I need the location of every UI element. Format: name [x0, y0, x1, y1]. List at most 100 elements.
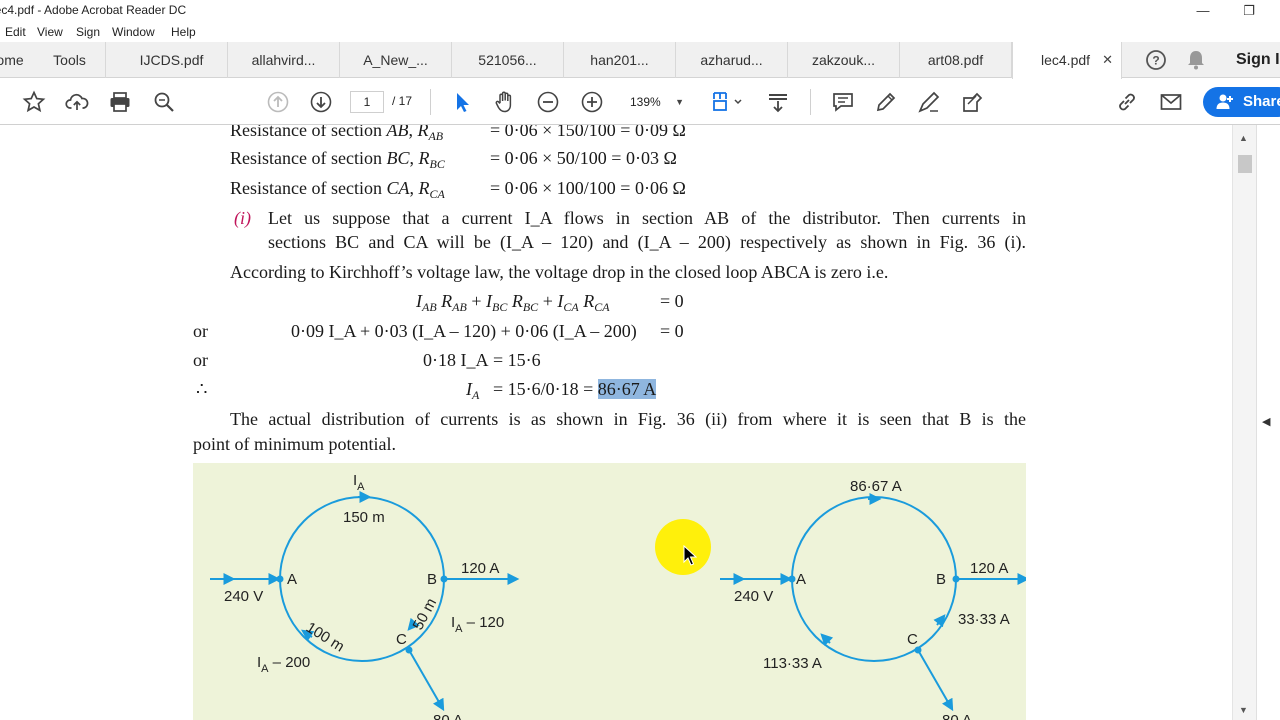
share-button[interactable]: Share	[1203, 87, 1280, 117]
actual-distribution-line-1: The actual distribution of currents is a…	[230, 409, 1026, 429]
equation-2-lhs: 0·09 I_A + 0·03 (I_A – 120) + 0·06 (I_A …	[291, 321, 637, 341]
zoom-level-select[interactable]: 139% ▼	[622, 91, 690, 113]
figure-36: IA 150 m A B C 240 V 120 A 50 m 100 m IA…	[193, 463, 1030, 720]
scroll-mode-button[interactable]	[764, 88, 792, 116]
previous-page-button[interactable]	[264, 88, 292, 116]
tab-doc-han201[interactable]: han201...	[564, 42, 676, 78]
node-b	[440, 575, 448, 583]
load-line	[917, 649, 954, 712]
help-button[interactable]: ?	[1142, 42, 1170, 78]
find-button[interactable]	[150, 88, 178, 116]
share-person-icon	[1216, 94, 1233, 109]
resistance-ca-line: Resistance of section CA, RCA = 0·06 × 1…	[230, 178, 686, 201]
menu-edit[interactable]: Edit	[5, 25, 26, 39]
highlight-button[interactable]	[872, 88, 900, 116]
sign-in-link[interactable]: Sign In	[1236, 42, 1280, 78]
minimize-button[interactable]: —	[1180, 0, 1226, 22]
star-icon	[22, 90, 46, 113]
envelope-icon	[1160, 94, 1182, 110]
tab-doc-ijcds[interactable]: IJCDS.pdf	[116, 42, 228, 78]
tab-tools[interactable]: Tools	[34, 42, 106, 78]
tab-doc-art08[interactable]: art08.pdf	[900, 42, 1012, 78]
page-number-input[interactable]: 1	[350, 91, 384, 113]
printer-icon	[110, 92, 130, 112]
zoom-search-icon	[154, 92, 174, 112]
equation-4-prefix: ∴	[196, 379, 208, 399]
tab-home[interactable]: Home	[0, 42, 34, 78]
mouse-pointer-icon	[683, 545, 697, 566]
plus-circle-icon	[581, 91, 603, 113]
page-layout-button[interactable]	[708, 88, 746, 116]
help-icon: ?	[1146, 50, 1166, 70]
resistance-bc-line: Resistance of section BC, RBC = 0·06 × 5…	[230, 148, 677, 171]
main-toolbar: 1 / 17 139% ▼ Share	[0, 79, 1280, 125]
notifications-button[interactable]	[1184, 42, 1208, 78]
equation-4-rhs: = 15·6/0·18 = 86·67 A	[493, 379, 657, 399]
vertical-scrollbar[interactable]: ▲ ▼	[1232, 125, 1256, 720]
tab-doc-lec4[interactable]: lec4.pdf ✕	[1012, 42, 1122, 79]
title-bar: lec4.pdf - Adobe Acrobat Reader DC — ❐	[0, 0, 1280, 22]
step-marker: (i)	[234, 208, 251, 228]
select-tool-button[interactable]	[448, 88, 476, 116]
expand-pane-icon[interactable]: ◀	[1262, 415, 1270, 428]
document-view[interactable]: Resistance of section AB, RAB = 0·06 × 1…	[0, 125, 1280, 720]
hand-tool-button[interactable]	[491, 88, 519, 116]
arrow-up-circle-icon	[267, 91, 289, 113]
label-ia: IA	[353, 472, 365, 493]
selected-text-highlight[interactable]: 86·67 A	[597, 379, 657, 399]
label-node-b: B	[936, 571, 946, 588]
label-node-c: C	[396, 631, 407, 648]
tab-doc-521056[interactable]: 521056...	[452, 42, 564, 78]
zoom-out-button[interactable]	[534, 88, 562, 116]
label-120a: 120 A	[970, 560, 1008, 577]
comment-icon	[833, 93, 853, 112]
tab-doc-allahvird[interactable]: allahvird...	[228, 42, 340, 78]
scroll-up-icon[interactable]: ▲	[1239, 133, 1248, 143]
email-button[interactable]	[1157, 88, 1185, 116]
menu-help[interactable]: Help	[171, 25, 196, 39]
zoom-in-button[interactable]	[578, 88, 606, 116]
print-button[interactable]	[106, 88, 134, 116]
signature-pen-icon	[918, 91, 940, 113]
current-arrow	[820, 633, 834, 647]
bookmark-button[interactable]	[20, 88, 48, 116]
label-120a: 120 A	[461, 560, 499, 577]
menu-view[interactable]: View	[37, 25, 63, 39]
comment-button[interactable]	[829, 88, 857, 116]
equation-4-lhs: IA	[466, 379, 480, 402]
scrollbar-thumb[interactable]	[1238, 155, 1252, 173]
tab-doc-anew[interactable]: A_New_...	[340, 42, 452, 78]
close-tab-icon[interactable]: ✕	[1102, 42, 1113, 78]
label-11333: 113·33 A	[763, 655, 822, 672]
label-3333: 33·33 A	[958, 611, 1010, 628]
menu-window[interactable]: Window	[112, 25, 155, 39]
tab-doc-azharud[interactable]: azharud...	[676, 42, 788, 78]
toolbar-divider	[430, 89, 431, 115]
equation-3-prefix: or	[193, 350, 208, 370]
pdf-page: Resistance of section AB, RAB = 0·06 × 1…	[0, 125, 1232, 720]
upload-button[interactable]	[63, 88, 91, 116]
step-i-line-2: sections BC and CA will be (I_A – 120) a…	[268, 232, 1026, 252]
scroll-down-icon[interactable]: ▼	[1239, 705, 1248, 715]
draw-button[interactable]	[915, 88, 943, 116]
fill-sign-button[interactable]	[958, 88, 986, 116]
figure-right: 86·67 A A B C 240 V 120 A 33·33 A 113·33…	[720, 478, 1030, 720]
equation-1: IAB RAB + IBC RBC + ICA RCA	[416, 291, 610, 314]
next-page-button[interactable]	[307, 88, 335, 116]
link-icon	[1119, 93, 1135, 111]
load-line	[408, 649, 445, 712]
menu-sign[interactable]: Sign	[76, 25, 100, 39]
page-fit-icon	[713, 92, 742, 111]
resistance-ab-line: Resistance of section AB, RAB = 0·06 × 1…	[230, 125, 686, 143]
node-a	[788, 575, 796, 583]
label-100m: 100 m	[303, 619, 347, 656]
cursor-arrow-icon	[457, 93, 469, 112]
label-ia-120: IA – 120	[451, 614, 504, 635]
tab-doc-zakzouk[interactable]: zakzouk...	[788, 42, 900, 78]
restore-button[interactable]: ❐	[1226, 0, 1272, 22]
share-link-button[interactable]	[1113, 88, 1141, 116]
minus-circle-icon	[537, 91, 559, 113]
label-node-b: B	[427, 571, 437, 588]
node-a	[276, 575, 284, 583]
label-ia-200: IA – 200	[257, 654, 310, 675]
